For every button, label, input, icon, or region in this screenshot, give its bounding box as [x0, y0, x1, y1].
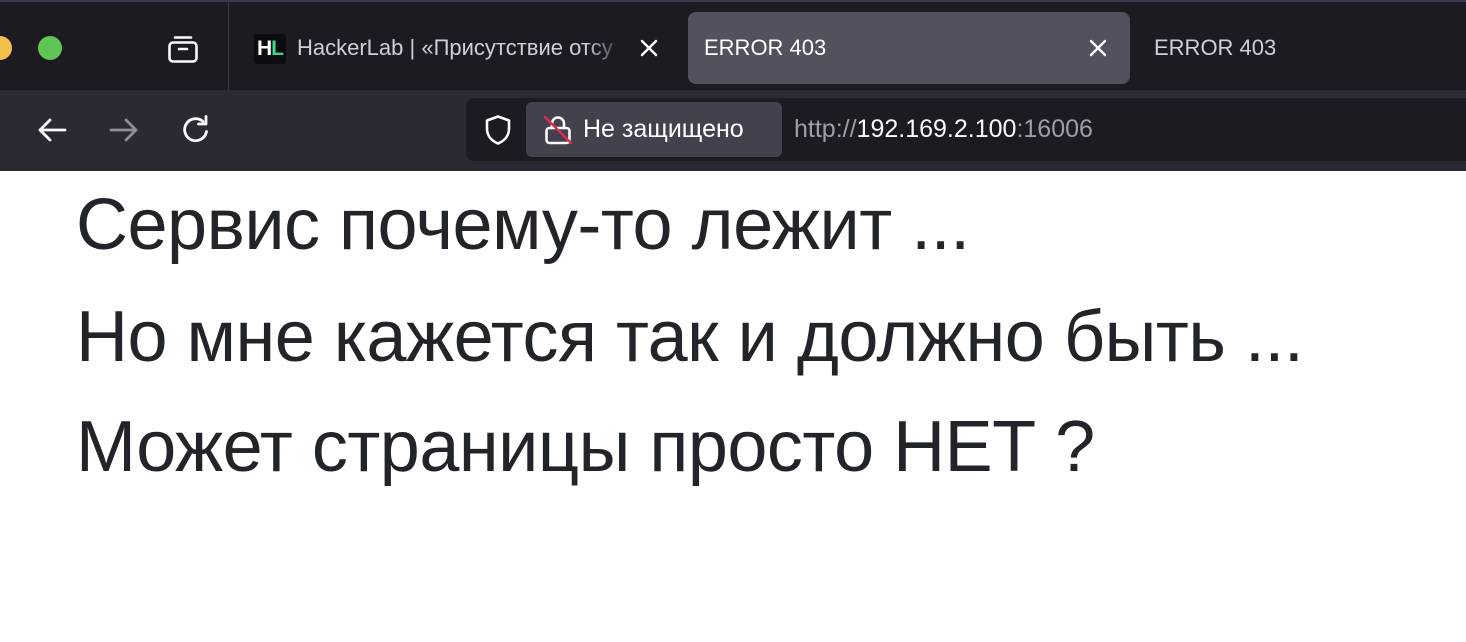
tab-title: ERROR 403 — [704, 35, 827, 60]
reload-icon — [183, 115, 208, 143]
close-tab-button[interactable] — [636, 35, 662, 61]
back-arrow-icon — [38, 118, 67, 142]
page-text-line: Сервис почему-то лежит ... — [76, 185, 970, 265]
tab-overview-icon — [168, 36, 198, 63]
forward-button[interactable] — [104, 110, 144, 150]
forward-arrow-icon — [109, 118, 138, 142]
zoom-window-button[interactable] — [38, 36, 62, 60]
close-icon — [640, 39, 658, 57]
tab-error-403[interactable]: ERROR 403 — [1140, 12, 1466, 84]
minimize-window-button[interactable] — [0, 36, 12, 60]
url-port: :16006 — [1016, 115, 1093, 143]
url-host: 192.169.2.100 — [856, 115, 1017, 143]
security-label: Не защищено — [583, 115, 744, 143]
tab-title: HackerLab | «Присутствие отсу — [297, 35, 613, 60]
tracking-protection-button[interactable] — [482, 113, 514, 147]
navigation-toolbar: Не защищено http://192.169.2.100:16006 — [0, 90, 1466, 171]
site-security-button[interactable]: Не защищено — [526, 102, 782, 157]
tab-strip: HL HackerLab | «Присутствие отсу ERROR 4… — [0, 0, 1466, 92]
page-text-line: Может страницы просто НЕТ ? — [76, 407, 1095, 487]
tab-overview-button[interactable] — [164, 30, 202, 68]
url-text[interactable]: http://192.169.2.100:16006 — [794, 98, 1093, 161]
shield-icon — [485, 115, 511, 145]
tab-divider — [228, 2, 229, 92]
page-content: Сервис почему-то лежит ... Но мне кажетс… — [76, 171, 1466, 642]
tab-error-403-active[interactable]: ERROR 403 — [688, 12, 1130, 84]
hackerlab-favicon: HL — [254, 34, 286, 64]
tab-title: ERROR 403 — [1154, 35, 1277, 60]
page-text-line: Но мне кажется так и должно быть ... — [76, 297, 1304, 377]
tab-hackerlab[interactable]: HL HackerLab | «Присутствие отсу — [240, 12, 678, 84]
url-scheme: http:// — [794, 115, 857, 143]
close-icon — [1089, 39, 1107, 57]
insecure-lock-icon — [543, 115, 573, 145]
address-bar[interactable]: Не защищено http://192.169.2.100:16006 — [466, 98, 1466, 161]
close-tab-button[interactable] — [1085, 35, 1111, 61]
reload-button[interactable] — [176, 110, 216, 150]
back-button[interactable] — [32, 110, 72, 150]
